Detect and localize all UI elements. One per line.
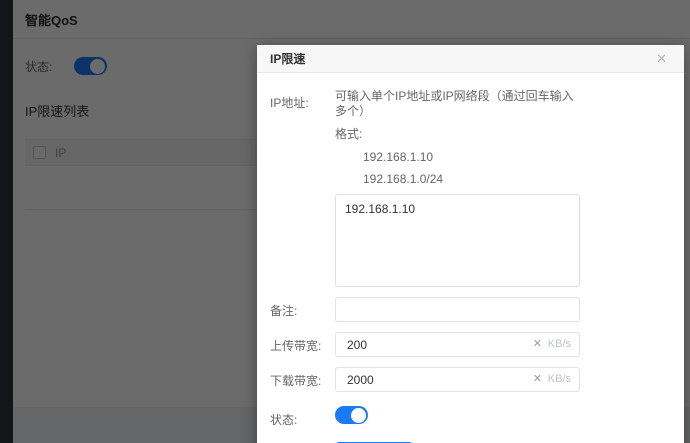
- ip-hint-text: 可输入单个IP地址或IP网络段（通过回车输入多个）: [335, 89, 574, 118]
- ip-address-textarea[interactable]: 192.168.1.10: [335, 194, 580, 287]
- format-example-2: 192.168.1.0/24: [363, 172, 444, 186]
- format-example-1: 192.168.1.10: [363, 150, 434, 164]
- download-bandwidth-input[interactable]: [335, 367, 580, 392]
- ip-address-row: IP地址: 可输入单个IP地址或IP网络段（通过回车输入多个） 格式: 192.…: [270, 89, 668, 287]
- status-label: 状态:: [270, 413, 298, 427]
- toggle-knob: [351, 407, 366, 423]
- remark-label: 备注:: [270, 304, 298, 318]
- screen: 智能QoS 状态: IP限速列表 IP IP限速 ✕ IP地址: 可: [0, 0, 690, 443]
- upload-unit-label: KB/s: [547, 338, 571, 350]
- close-icon[interactable]: ✕: [652, 50, 671, 67]
- download-bandwidth-label: 下载带宽:: [270, 374, 322, 388]
- remark-input[interactable]: [335, 297, 580, 322]
- upload-bandwidth-label: 上传带宽:: [270, 339, 322, 353]
- status-toggle[interactable]: [335, 406, 368, 424]
- modal-header: IP限速 ✕: [257, 45, 684, 73]
- upload-bandwidth-input[interactable]: [335, 332, 580, 357]
- modal-body: IP地址: 可输入单个IP地址或IP网络段（通过回车输入多个） 格式: 192.…: [257, 73, 684, 443]
- download-unit-label: KB/s: [547, 373, 571, 385]
- remark-row: 备注:: [270, 297, 668, 322]
- status-row: 状态:: [270, 406, 668, 428]
- download-bandwidth-row: 下载带宽: ✕ KB/s: [270, 367, 668, 392]
- ip-address-label: IP地址:: [270, 96, 309, 110]
- format-label: 格式:: [335, 127, 363, 141]
- clear-icon[interactable]: ✕: [533, 338, 542, 351]
- upload-bandwidth-row: 上传带宽: ✕ KB/s: [270, 332, 668, 357]
- clear-icon[interactable]: ✕: [533, 373, 542, 386]
- modal-title: IP限速: [270, 52, 306, 66]
- ip-limit-modal: IP限速 ✕ IP地址: 可输入单个IP地址或IP网络段（通过回车输入多个） 格…: [257, 45, 684, 443]
